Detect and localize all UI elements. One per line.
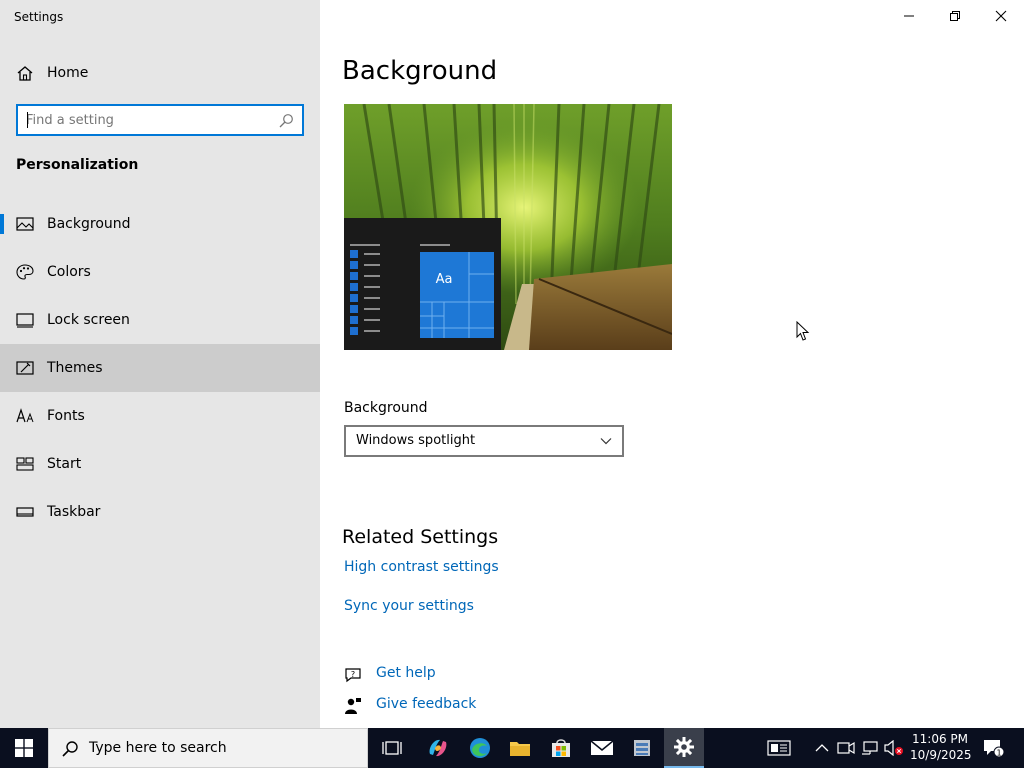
get-help-link[interactable]: ? Get help — [344, 665, 464, 685]
start-icon — [16, 457, 34, 471]
edge-icon — [470, 738, 490, 758]
background-dropdown-value: Windows spotlight — [356, 433, 476, 448]
home-icon — [17, 66, 33, 81]
sidebar-item-label: Taskbar — [47, 504, 101, 520]
sidebar-item-start[interactable]: Start — [0, 440, 320, 488]
folder-icon — [510, 742, 530, 756]
sidebar-item-label: Fonts — [47, 408, 85, 424]
news-icon — [767, 740, 791, 756]
search-icon[interactable] — [278, 113, 294, 129]
home-label: Home — [47, 65, 89, 81]
microsoft-store-button[interactable] — [541, 728, 581, 768]
bamboo-wallpaper-image: Aa — [344, 104, 672, 350]
show-hidden-icons-button[interactable] — [812, 738, 832, 758]
copilot-icon — [429, 739, 447, 757]
restore-button[interactable] — [932, 0, 978, 32]
sidebar-item-background[interactable]: Background — [0, 200, 320, 248]
mouse-cursor-icon — [796, 321, 810, 341]
clock[interactable]: 11:06 PM 10/9/2025 — [910, 731, 972, 763]
give-feedback-link[interactable]: Give feedback — [344, 696, 484, 716]
network-icon — [862, 741, 878, 755]
close-icon — [995, 10, 1007, 22]
page-title: Background — [342, 56, 498, 86]
close-button[interactable] — [978, 0, 1024, 32]
clock-time: 11:06 PM — [912, 732, 968, 746]
sidebar-item-label: Lock screen — [47, 312, 130, 328]
volume-button[interactable] — [884, 738, 904, 758]
search-input[interactable] — [26, 111, 266, 129]
background-preview: Aa — [344, 104, 672, 350]
file-explorer-button[interactable] — [500, 728, 540, 768]
preview-tile-label: Aa — [436, 272, 453, 287]
sidebar-item-taskbar[interactable]: Taskbar — [0, 488, 320, 536]
sidebar-item-label: Start — [47, 456, 82, 472]
notification-count: 1 — [996, 749, 1001, 758]
minimize-icon — [904, 15, 914, 17]
home-button[interactable]: Home — [0, 54, 320, 92]
meet-now-button[interactable] — [836, 738, 856, 758]
sidebar-item-colors[interactable]: Colors — [0, 248, 320, 296]
app-title: Settings — [14, 10, 64, 24]
windows-logo-icon — [15, 739, 33, 757]
give-feedback-label: Give feedback — [376, 696, 477, 712]
help-chat-icon: ? — [345, 668, 361, 683]
restore-icon — [950, 11, 960, 21]
news-widget-button[interactable] — [766, 738, 792, 758]
text-caret — [27, 112, 28, 128]
svg-text:?: ? — [351, 670, 355, 679]
sync-your-settings-link[interactable]: Sync your settings — [344, 598, 474, 614]
brush-icon — [16, 361, 34, 375]
palette-icon — [16, 264, 34, 280]
sidebar-item-lock-screen[interactable]: Lock screen — [0, 296, 320, 344]
volume-muted-icon — [884, 740, 903, 756]
taskbar-search-box[interactable]: Type here to search — [48, 728, 368, 768]
background-dropdown[interactable]: Windows spotlight — [344, 425, 624, 457]
gear-icon — [674, 737, 694, 757]
mail-button[interactable] — [582, 728, 622, 768]
app-button[interactable] — [622, 728, 662, 768]
settings-taskbar-button[interactable] — [664, 728, 704, 768]
sidebar-item-fonts[interactable]: Fonts — [0, 392, 320, 440]
mail-icon — [590, 740, 614, 755]
task-view-button[interactable] — [372, 728, 412, 768]
taskbar: Type here to search 11:06 PM 10/9/2025 1 — [0, 728, 1024, 768]
sidebar-item-label: Themes — [47, 360, 103, 376]
taskbar-search-text: Type here to search — [89, 740, 227, 756]
minimize-button[interactable] — [886, 0, 932, 32]
related-settings-title: Related Settings — [342, 526, 499, 548]
chevron-up-icon — [815, 744, 829, 752]
taskbar-icon — [16, 507, 34, 517]
store-bag-icon — [552, 739, 570, 757]
copilot-button[interactable] — [418, 728, 458, 768]
section-title: Personalization — [16, 157, 139, 173]
network-button[interactable] — [860, 738, 880, 758]
sidebar-item-label: Background — [47, 216, 131, 232]
sidebar-item-themes[interactable]: Themes — [0, 344, 320, 392]
high-contrast-settings-link[interactable]: High contrast settings — [344, 559, 499, 575]
task-view-icon — [382, 741, 402, 755]
edge-browser-button[interactable] — [460, 728, 500, 768]
font-icon — [16, 408, 34, 423]
nav-list: Background Colors Lock screen Themes Fon… — [0, 200, 320, 536]
sidebar-item-label: Colors — [47, 264, 91, 280]
sidebar: Settings Home Personalization Background — [0, 0, 320, 728]
lock-screen-icon — [16, 313, 34, 328]
action-center-button[interactable]: 1 — [982, 738, 1006, 758]
camera-icon — [837, 741, 855, 755]
picture-icon — [16, 217, 34, 231]
start-button[interactable] — [0, 728, 48, 768]
chevron-down-icon — [600, 438, 612, 445]
get-help-label: Get help — [376, 665, 436, 681]
clock-date: 10/9/2025 — [910, 748, 972, 762]
search-box[interactable] — [16, 104, 304, 136]
feedback-person-icon — [345, 698, 361, 714]
background-label: Background — [344, 400, 428, 416]
database-app-icon — [634, 740, 650, 756]
search-icon — [62, 741, 78, 757]
notification-icon: 1 — [984, 740, 1005, 758]
